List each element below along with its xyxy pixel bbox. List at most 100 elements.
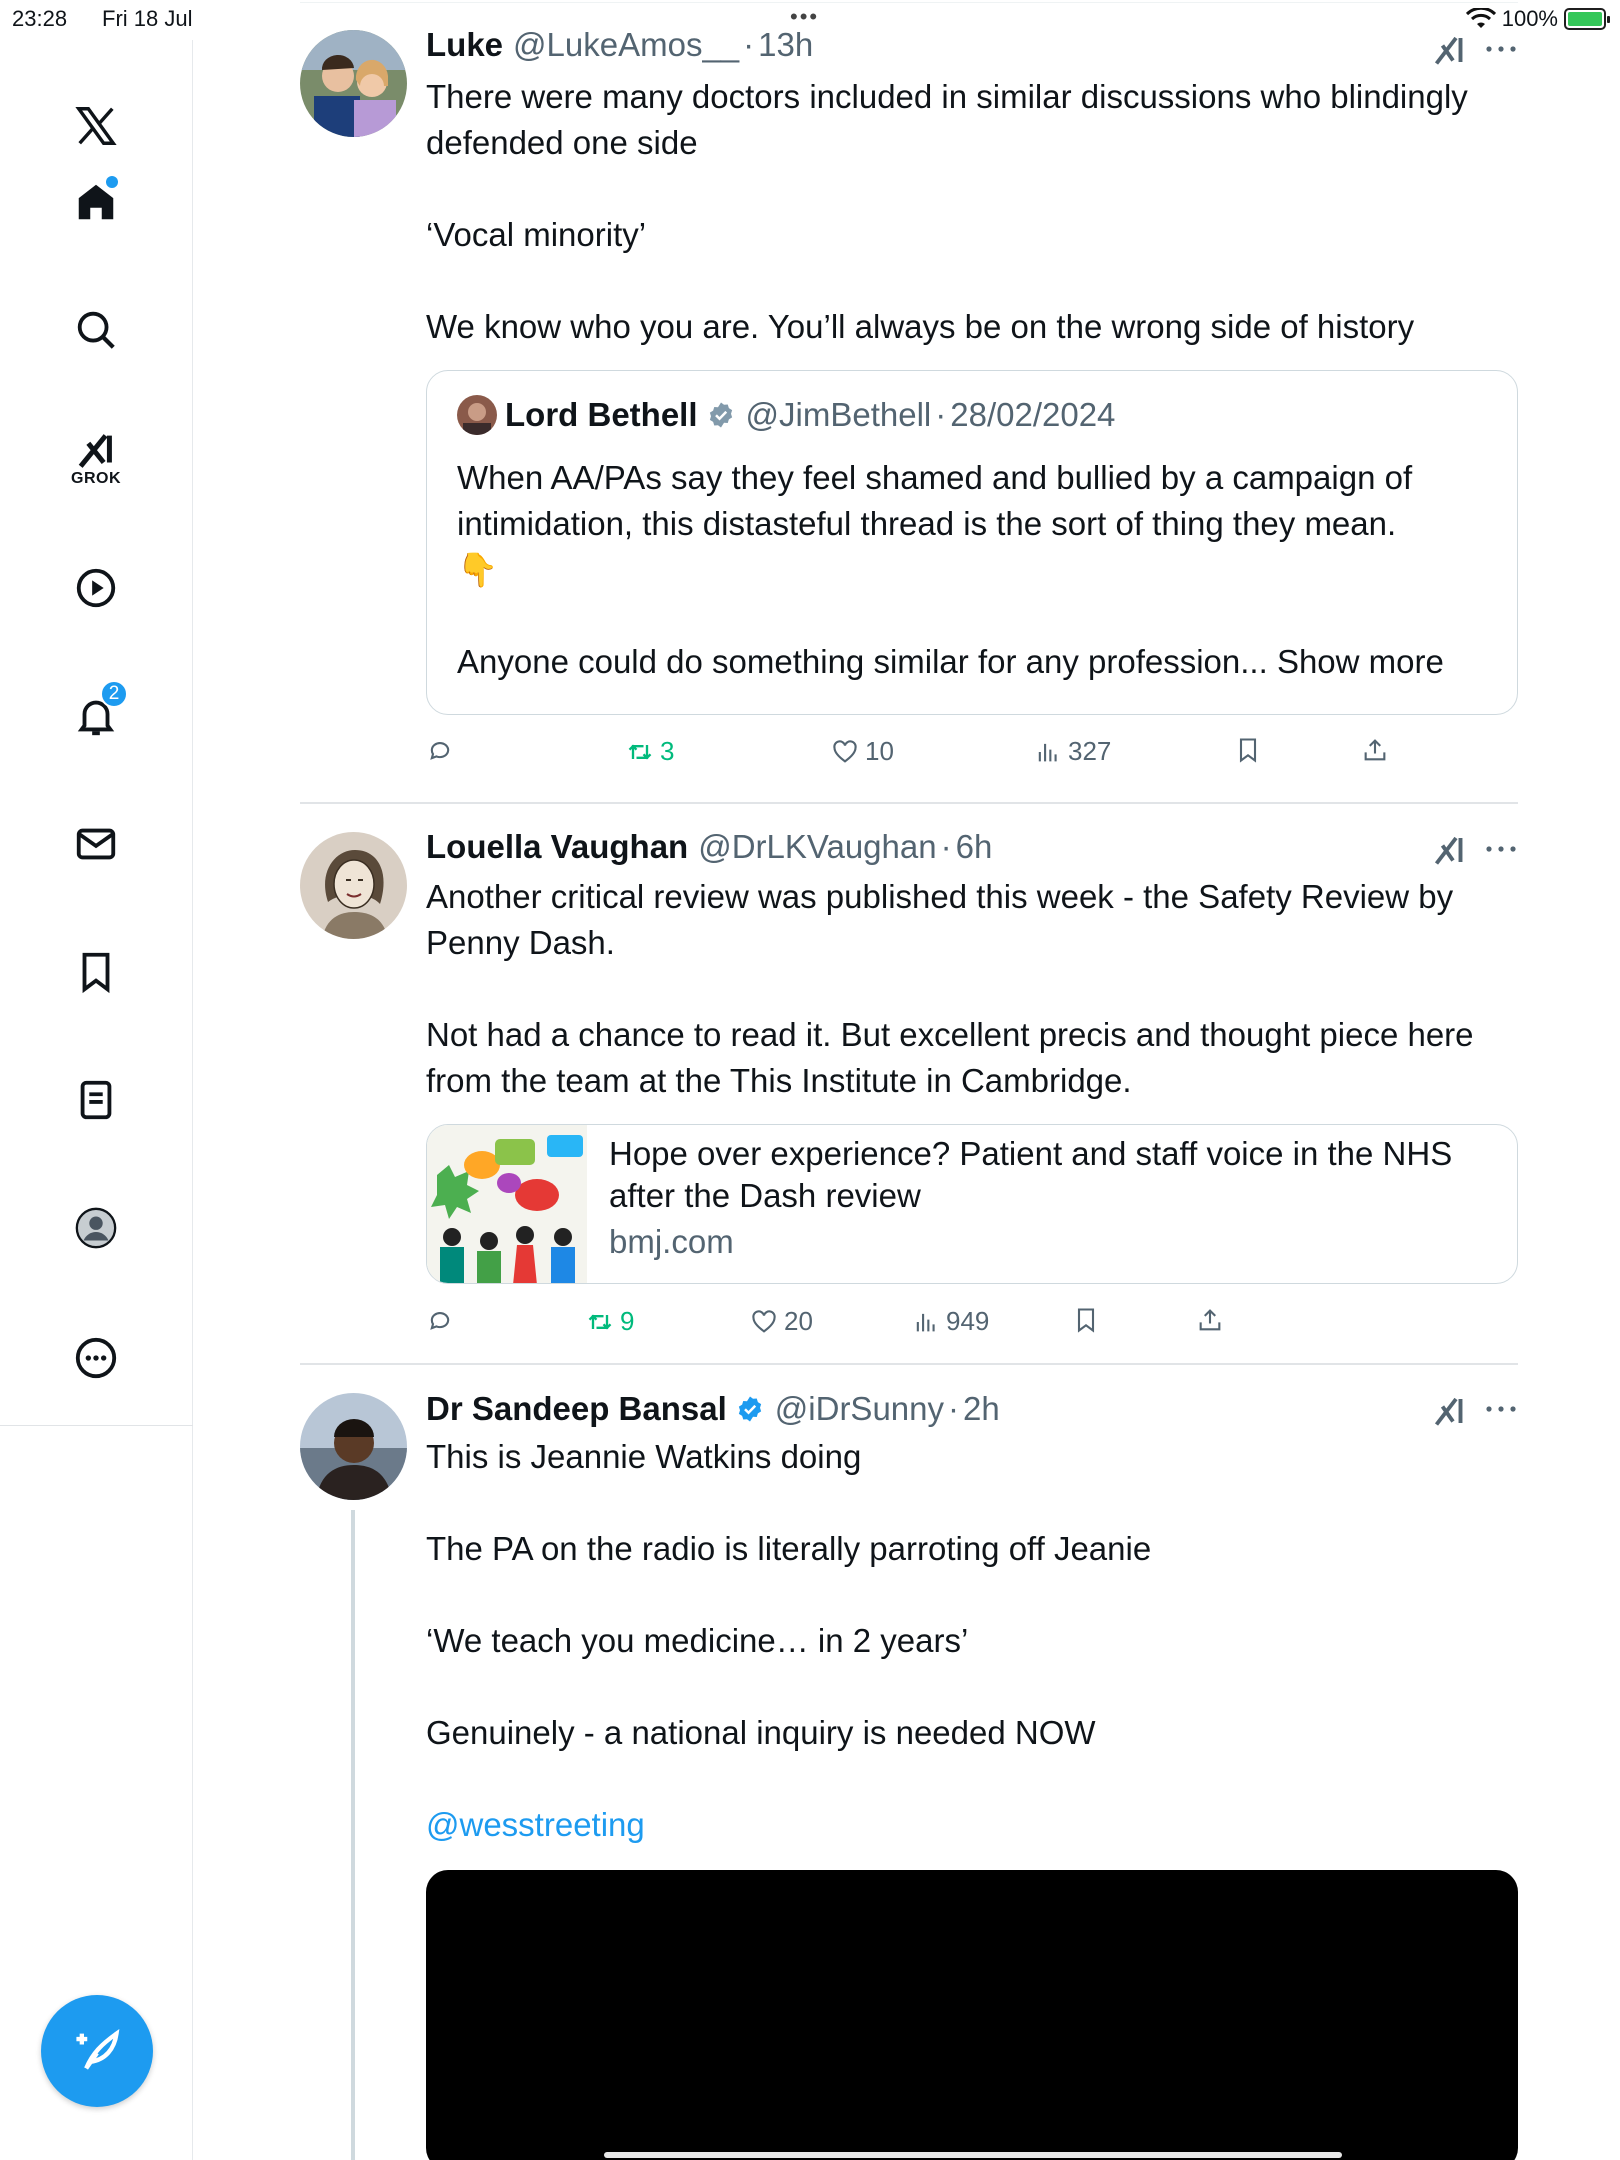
author-name[interactable]: Louella Vaughan: [426, 828, 688, 866]
separator: ·: [948, 1390, 960, 1427]
profile-icon[interactable]: [60, 1192, 132, 1264]
video-progress-bar[interactable]: [604, 2152, 1342, 2158]
author-name[interactable]: Luke: [426, 26, 503, 64]
tweet-divider: [300, 802, 1518, 804]
reply-button[interactable]: [426, 1306, 454, 1334]
bookmark-icon: [1077, 1308, 1095, 1333]
home-icon[interactable]: [60, 166, 132, 238]
link-card-title: Hope over experience? Patient and staff …: [609, 1135, 1453, 1214]
avatar[interactable]: [300, 1393, 407, 1500]
grok-nav-item[interactable]: GROK: [60, 422, 132, 494]
separator: ·: [935, 396, 947, 433]
views-button[interactable]: 949: [912, 1306, 989, 1337]
notifications-badge: 2: [100, 680, 128, 708]
more-icon[interactable]: [1484, 1404, 1518, 1414]
heart-icon: [833, 739, 857, 763]
timeline-top-divider: [300, 2, 1518, 3]
compose-feather-icon: [76, 2028, 120, 2070]
battery-icon: [1564, 8, 1610, 30]
tweet-paragraph: ‘Vocal minority’: [426, 216, 647, 253]
author-handle[interactable]: @LukeAmos__: [513, 26, 739, 64]
status-time: 23:28: [12, 6, 68, 31]
more-options-icon[interactable]: [60, 1322, 132, 1394]
verified-grey-icon: [709, 402, 732, 428]
link-card-image: [427, 1125, 587, 1283]
bookmarks-icon[interactable]: [60, 936, 132, 1008]
author-handle[interactable]: @DrLKVaughan: [698, 828, 936, 866]
grok-label: GROK: [71, 470, 121, 487]
tweet-time[interactable]: 2h: [963, 1390, 1000, 1428]
tweet-text: This is Jeannie Watkins doing The PA on …: [426, 1434, 1521, 1848]
like-button[interactable]: 20: [750, 1306, 813, 1337]
tweet-text: Another critical review was published th…: [426, 874, 1521, 1104]
bookmark-button[interactable]: [1234, 736, 1262, 764]
tweet-paragraph: Genuinely - a national inquiry is needed…: [426, 1714, 1096, 1751]
search-icon[interactable]: [60, 294, 132, 366]
quoted-paragraph: When AA/PAs say they feel shamed and bul…: [457, 459, 1413, 542]
tweet-paragraph: ‘We teach you medicine… in 2 years’: [426, 1622, 969, 1659]
grok-explain-icon[interactable]: [1432, 32, 1468, 68]
bookmark-icon: [1239, 738, 1257, 763]
tweet-divider: [300, 1363, 1518, 1365]
tweet-actions: 3 10 327: [426, 736, 1426, 776]
messages-icon[interactable]: [60, 808, 132, 880]
views-bar-chart-icon: [916, 1313, 935, 1331]
video-player[interactable]: [426, 1870, 1518, 2160]
author-handle[interactable]: @iDrSunny: [775, 1390, 944, 1428]
tweet-actions: 9 20 949: [426, 1306, 1426, 1346]
timeline: Luke @LukeAmos__ · 13h There were many d…: [300, 0, 1518, 2160]
quoted-tweet-time: 28/02/2024: [950, 396, 1116, 433]
tweet-paragraph: We know who you are. You’ll always be on…: [426, 308, 1415, 345]
separator: ·: [743, 26, 755, 63]
lists-icon[interactable]: [60, 1064, 132, 1136]
tweet-paragraph: Not had a chance to read it. But excelle…: [426, 1016, 1474, 1099]
tweet-header: Dr Sandeep Bansal @iDrSunny · 2h: [426, 1390, 1000, 1428]
retweet-button[interactable]: 9: [586, 1306, 634, 1337]
like-count: 20: [784, 1306, 813, 1336]
like-button[interactable]: 10: [831, 736, 894, 767]
grok-explain-icon[interactable]: [1432, 1393, 1468, 1429]
retweet-count: 3: [660, 736, 675, 766]
grok-icon: [78, 434, 112, 468]
tweet-header: Louella Vaughan @DrLKVaughan · 6h: [426, 828, 992, 866]
video-icon[interactable]: [60, 552, 132, 624]
more-icon[interactable]: [1484, 844, 1518, 854]
quoted-author-name: Lord Bethell: [505, 396, 698, 433]
compose-button[interactable]: [41, 1995, 153, 2107]
bookmark-button[interactable]: [1072, 1306, 1100, 1334]
views-bar-chart-icon: [1038, 743, 1057, 761]
show-more-link[interactable]: Show more: [1277, 643, 1444, 680]
status-date: Fri 18 Jul: [102, 6, 193, 31]
x-logo-icon[interactable]: [60, 90, 132, 162]
tweet-time[interactable]: 13h: [758, 26, 813, 64]
sidebar: GROK 2: [0, 40, 193, 1430]
share-button[interactable]: [1361, 736, 1389, 764]
share-icon: [1199, 1309, 1221, 1331]
quoted-tweet[interactable]: Lord Bethell @JimBethell · 28/02/2024 Wh…: [426, 370, 1518, 715]
views-count: 327: [1068, 736, 1112, 766]
notifications-icon[interactable]: 2: [60, 680, 132, 752]
avatar[interactable]: [300, 30, 407, 137]
tweet-paragraph: This is Jeannie Watkins doing: [426, 1438, 862, 1475]
quoted-paragraph: Anyone could do something similar for an…: [457, 639, 1497, 685]
heart-icon: [752, 1309, 776, 1333]
author-name[interactable]: Dr Sandeep Bansal: [426, 1390, 727, 1428]
retweet-button[interactable]: 3: [626, 736, 674, 767]
quoted-author-handle: @JimBethell: [745, 396, 932, 433]
reply-button[interactable]: [426, 736, 454, 764]
like-count: 10: [865, 736, 894, 766]
link-card-domain: bmj.com: [609, 1223, 734, 1260]
verified-blue-icon: [738, 1396, 761, 1422]
views-button[interactable]: 327: [1034, 736, 1111, 767]
avatar[interactable]: [300, 832, 407, 939]
mention-link[interactable]: @wesstreeting: [426, 1802, 1521, 1848]
link-card[interactable]: Hope over experience? Patient and staff …: [426, 1124, 1518, 1284]
quoted-tweet-text: When AA/PAs say they feel shamed and bul…: [457, 455, 1497, 685]
tweet-time[interactable]: 6h: [956, 828, 993, 866]
more-icon[interactable]: [1484, 44, 1518, 54]
grok-explain-icon[interactable]: [1432, 832, 1468, 868]
share-button[interactable]: [1196, 1306, 1224, 1334]
retweet-icon: [628, 744, 652, 759]
tweet-paragraph: The PA on the radio is literally parroti…: [426, 1530, 1152, 1567]
reply-icon: [430, 1312, 450, 1330]
